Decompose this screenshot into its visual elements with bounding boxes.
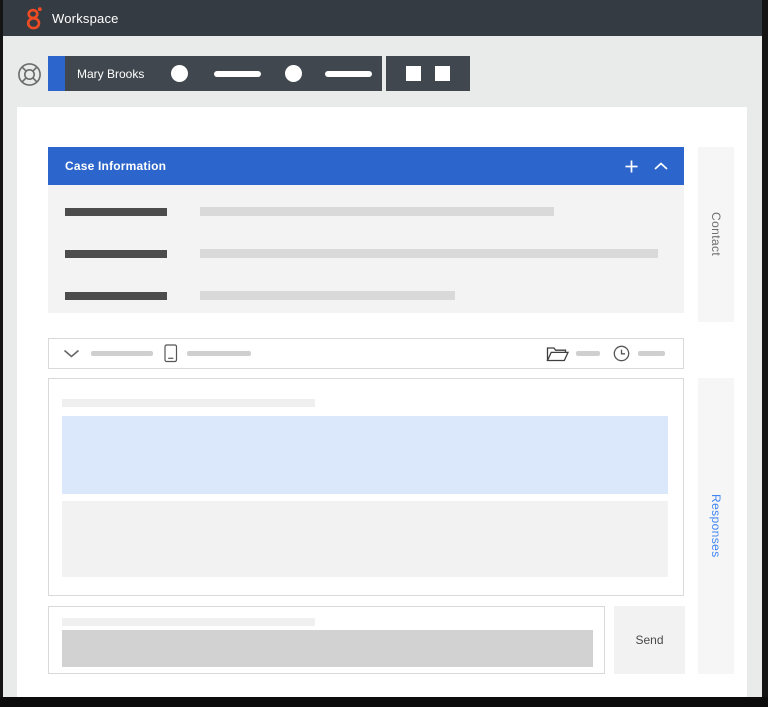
genesys-logo-icon (25, 6, 43, 31)
message-composer (48, 606, 605, 674)
case-field-value-placeholder (200, 207, 554, 216)
chevron-down-icon (63, 349, 80, 358)
inbound-message-bubble[interactable] (62, 416, 668, 494)
party-placeholder-circle (171, 65, 188, 82)
contact-tab-label: Contact (709, 212, 723, 256)
case-folder-icon (546, 346, 569, 362)
mobile-phone-icon (164, 344, 178, 363)
window-border-right (762, 0, 768, 707)
life-ring-icon (16, 61, 43, 88)
case-id-placeholder (576, 351, 600, 356)
duration-placeholder (638, 351, 665, 356)
send-button-label: Send (635, 633, 663, 647)
party-placeholder-circle (285, 65, 302, 82)
phone-number-placeholder (187, 351, 251, 356)
transcript-panel (48, 378, 684, 596)
tab-responses[interactable]: Responses (698, 378, 734, 674)
top-app-bar: Workspace (0, 0, 768, 36)
interaction-controls-bar (386, 56, 470, 91)
expand-party-button[interactable] (63, 349, 80, 358)
tab-contact[interactable]: Contact (698, 147, 734, 322)
composer-label-placeholder (62, 618, 315, 626)
collapse-case-info-button[interactable] (652, 157, 670, 175)
clock-icon (613, 345, 630, 362)
interaction-status-accent (48, 56, 65, 91)
interaction-control-button-1[interactable] (406, 66, 421, 81)
case-field-value-placeholder (200, 291, 455, 300)
case-information-title: Case Information (65, 159, 166, 173)
window-border-bottom (0, 697, 768, 707)
party-text-placeholder (91, 351, 153, 356)
add-case-data-button[interactable] (622, 157, 640, 175)
send-button[interactable]: Send (614, 606, 685, 674)
party-placeholder-line (325, 71, 372, 77)
case-information-header[interactable]: Case Information (48, 147, 684, 185)
message-input[interactable] (62, 630, 593, 667)
window-border-left (0, 0, 3, 707)
interaction-toolbar (48, 338, 684, 369)
chevron-up-icon (654, 162, 668, 170)
case-field-label-placeholder (65, 292, 167, 300)
responses-tab-label: Responses (709, 494, 723, 558)
case-field-label-placeholder (65, 250, 167, 258)
interaction-control-button-2[interactable] (435, 66, 450, 81)
case-information-body (48, 185, 684, 313)
party-placeholder-line (214, 71, 261, 77)
case-field-value-placeholder (200, 249, 658, 258)
outbound-message-bubble[interactable] (62, 501, 668, 577)
transcript-header-placeholder (62, 399, 315, 407)
interaction-party-bar[interactable]: Mary Brooks (48, 56, 382, 91)
help-button[interactable] (14, 59, 44, 89)
contact-name: Mary Brooks (77, 67, 144, 81)
app-title: Workspace (52, 11, 119, 26)
case-field-label-placeholder (65, 208, 167, 216)
plus-icon (625, 160, 638, 173)
